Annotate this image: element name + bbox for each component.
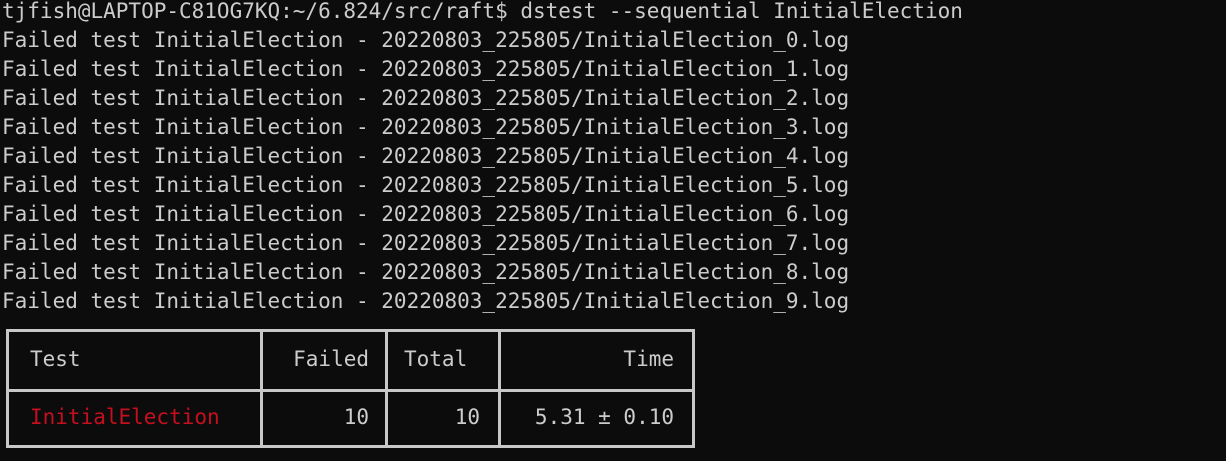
header-failed: Failed — [293, 347, 369, 371]
header-total: Total — [404, 347, 468, 371]
output-line: Failed test InitialElection - 20220803_2… — [2, 260, 850, 284]
terminal-window[interactable]: tjfish@LAPTOP-C81OG7KQ:~/6.824/src/raft$… — [0, 0, 1226, 461]
row-failed-count: 10 — [343, 405, 369, 429]
output-line: Failed test InitialElection - 20220803_2… — [2, 173, 850, 197]
table-header-divider — [9, 389, 692, 392]
output-line: Failed test InitialElection - 20220803_2… — [2, 28, 850, 52]
output-line: Failed test InitialElection - 20220803_2… — [2, 115, 850, 139]
output-line: Failed test InitialElection - 20220803_2… — [2, 231, 850, 255]
results-table: Test Failed Total Time InitialElection 1… — [6, 329, 695, 448]
row-test-name: InitialElection — [30, 405, 220, 429]
header-test: Test — [30, 347, 81, 371]
header-time: Time — [623, 347, 674, 371]
row-time: 5.31 ± 0.10 — [534, 405, 674, 429]
output-line: Failed test InitialElection - 20220803_2… — [2, 202, 850, 226]
command-prompt-line: tjfish@LAPTOP-C81OG7KQ:~/6.824/src/raft$… — [2, 0, 963, 23]
output-line: Failed test InitialElection - 20220803_2… — [2, 86, 850, 110]
output-line: Failed test InitialElection - 20220803_2… — [2, 289, 850, 313]
output-line: Failed test InitialElection - 20220803_2… — [2, 57, 850, 81]
row-total-count: 10 — [454, 405, 480, 429]
output-line: Failed test InitialElection - 20220803_2… — [2, 144, 850, 168]
